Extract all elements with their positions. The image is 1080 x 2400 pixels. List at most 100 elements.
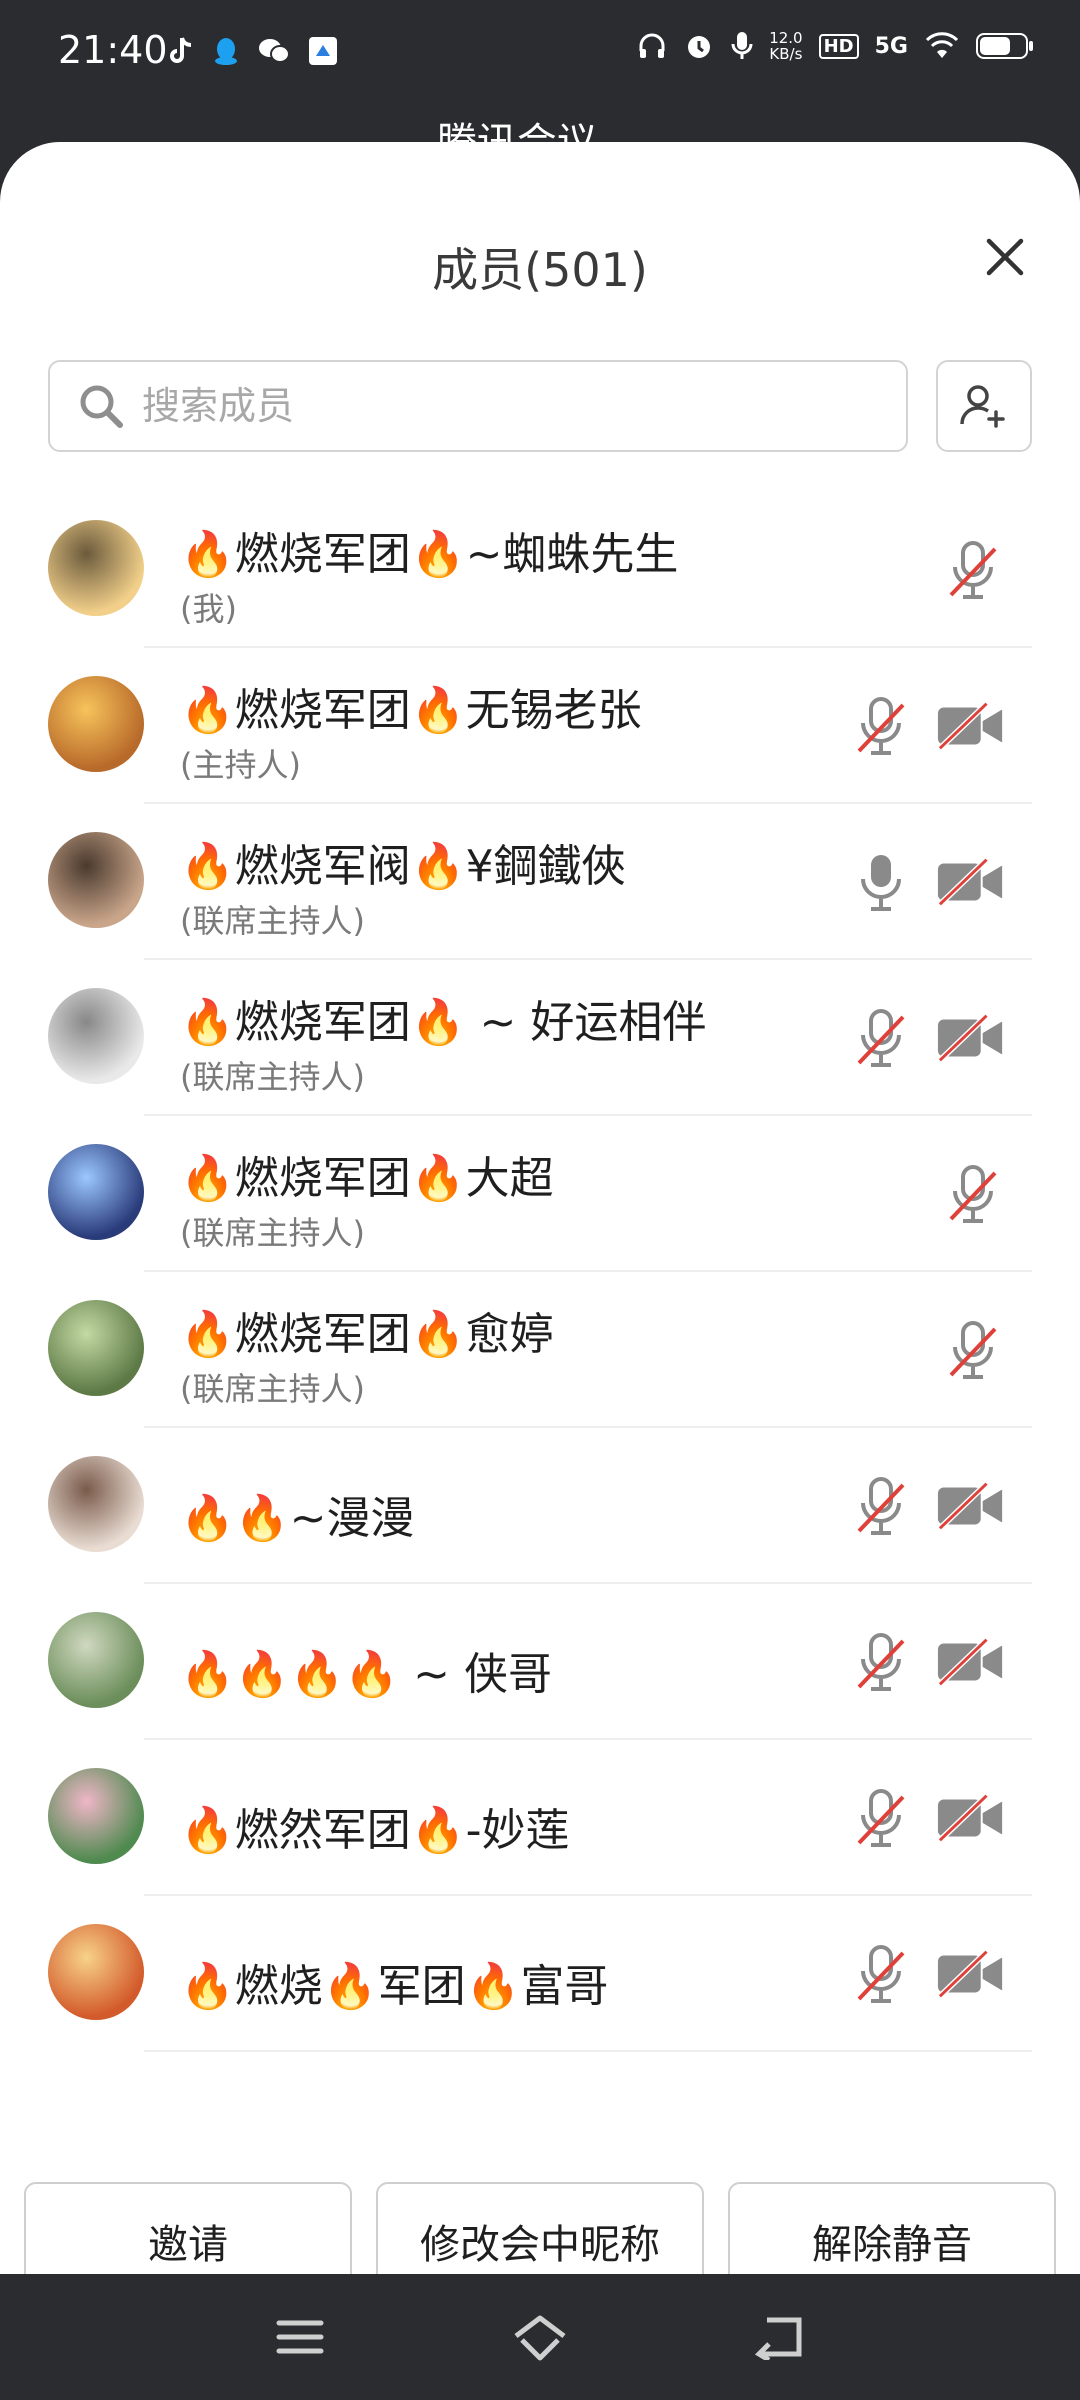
search-input[interactable] [140,383,864,429]
alarm-icon [688,36,711,58]
member-name: 🔥燃烧军团🔥大超 [180,1153,554,1204]
avatar[interactable] [48,676,144,772]
nav-home-button[interactable] [500,2304,580,2370]
mic-muted-button[interactable] [846,691,916,761]
avatar[interactable] [48,520,144,616]
app-icon [309,37,337,65]
member-row[interactable]: 🔥燃烧军团🔥 ~ 好运相伴 (联席主持人) [0,960,1080,1116]
member-row[interactable]: 🔥燃烧军团🔥大超 (联席主持人) [0,1116,1080,1272]
member-list[interactable]: 🔥燃烧军团🔥~蜘蛛先生 (我) 🔥燃烧军团🔥无锡老张 (主持人) 🔥燃烧军阀🔥¥鋼鐵… [0,492,1080,2132]
camera-off-icon [937,1481,1003,1531]
camera-off-icon [937,1013,1003,1063]
home-icon [514,2315,566,2361]
avatar[interactable] [48,1456,144,1552]
status-time: 21:40 [58,28,168,72]
wifi-icon [925,32,959,58]
member-row[interactable]: 🔥🔥~漫漫 [0,1428,1080,1584]
status-bar: 21:40 12.0 KB/s HD 5G [0,0,1080,110]
member-row[interactable]: 🔥🔥🔥🔥 ~ 侠哥 [0,1584,1080,1740]
mic-muted-button[interactable] [846,1627,916,1697]
camera-off-button[interactable] [936,691,1006,761]
camera-off-button[interactable] [936,1003,1006,1073]
member-role: (主持人) [180,746,301,784]
camera-off-button[interactable] [936,1471,1006,1541]
member-name: 🔥燃然军团🔥-妙莲 [180,1805,570,1856]
avatar[interactable] [48,1300,144,1396]
member-role: (联席主持人) [180,1058,365,1096]
battery-icon [976,33,1033,59]
camera-off-button[interactable] [936,847,1006,917]
mic-muted-button[interactable] [938,1315,1008,1385]
search-icon [80,385,123,428]
mic-icon [861,855,901,911]
avatar[interactable] [48,1612,144,1708]
avatar[interactable] [48,1924,144,2020]
network-speed: 12.0 KB/s [769,30,802,62]
member-row[interactable]: 🔥燃烧🔥军团🔥富哥 [0,1896,1080,2052]
mic-muted-button[interactable] [846,1939,916,2009]
status-right-icons: 12.0 KB/s HD 5G [637,30,1034,62]
search-box[interactable] [48,360,908,452]
nav-back-button[interactable] [740,2304,820,2370]
mic-muted-icon [857,1945,905,2003]
member-name: 🔥燃烧军团🔥~蜘蛛先生 [180,529,679,580]
member-name: 🔥燃烧军团🔥 ~ 好运相伴 [180,997,707,1048]
camera-off-button[interactable] [936,1783,1006,1853]
mic-muted-icon [857,1009,905,1067]
mic-muted-button[interactable] [846,1783,916,1853]
camera-off-button[interactable] [936,1627,1006,1697]
back-icon [754,2317,802,2360]
member-row[interactable]: 🔥燃烧军团🔥愈婷 (联席主持人) [0,1272,1080,1428]
member-row[interactable]: 🔥燃烧军团🔥无锡老张 (主持人) [0,648,1080,804]
nav-menu-button[interactable] [260,2304,340,2370]
sheet-title: 成员(501) [432,243,648,297]
member-name: 🔥燃烧军团🔥无锡老张 [180,685,642,736]
member-name: 🔥燃烧军团🔥愈婷 [180,1309,554,1360]
network-type: 5G [874,33,908,59]
mic-muted-button[interactable] [846,1471,916,1541]
member-role: (联席主持人) [180,1214,365,1252]
row-divider [144,2050,1032,2052]
headphones-icon [639,33,665,58]
add-member-button[interactable] [936,360,1032,452]
member-row[interactable]: 🔥燃然军团🔥-妙莲 [0,1740,1080,1896]
mic-muted-icon [857,1789,905,1847]
avatar[interactable] [48,988,144,1084]
member-role: (联席主持人) [180,902,365,940]
member-name: 🔥🔥~漫漫 [180,1493,415,1544]
camera-off-icon [937,1637,1003,1687]
member-row[interactable]: 🔥燃烧军团🔥~蜘蛛先生 (我) [0,492,1080,648]
camera-off-icon [937,857,1003,907]
mic-icon [731,32,753,59]
member-name: 🔥燃烧军阀🔥¥鋼鐵俠 [180,841,626,892]
add-user-icon [960,385,1005,428]
rename-button[interactable]: 修改会中昵称 [376,2182,704,2274]
avatar[interactable] [48,832,144,928]
members-sheet: 成员(501) 🔥燃烧军团🔥~蜘蛛先生 (我) 🔥燃烧军团🔥无锡老张 (主持人) [0,142,1080,2274]
close-icon [986,238,1024,276]
camera-off-icon [937,1793,1003,1843]
mic-on-button[interactable] [846,847,916,917]
mic-muted-icon [857,1477,905,1535]
avatar[interactable] [48,1144,144,1240]
mic-muted-button[interactable] [938,535,1008,605]
qq-icon [215,38,237,65]
mic-muted-icon [949,1165,997,1223]
member-name: 🔥燃烧🔥军团🔥富哥 [180,1961,609,2012]
close-button[interactable] [970,222,1040,292]
avatar[interactable] [48,1768,144,1864]
member-row[interactable]: 🔥燃烧军阀🔥¥鋼鐵俠 (联席主持人) [0,804,1080,960]
member-role: (我) [180,590,237,628]
mic-muted-icon [949,541,997,599]
invite-button[interactable]: 邀请 [24,2182,352,2274]
hd-badge: HD [818,33,859,59]
mic-muted-icon [857,697,905,755]
camera-off-button[interactable] [936,1939,1006,2009]
camera-off-icon [937,701,1003,751]
network-speed-value: 12.0 [769,29,803,47]
mic-muted-icon [949,1321,997,1379]
mic-muted-button[interactable] [938,1159,1008,1229]
action-bar: 邀请 修改会中昵称 解除静音 [0,2182,1080,2274]
unmute-button[interactable]: 解除静音 [728,2182,1056,2274]
mic-muted-button[interactable] [846,1003,916,1073]
